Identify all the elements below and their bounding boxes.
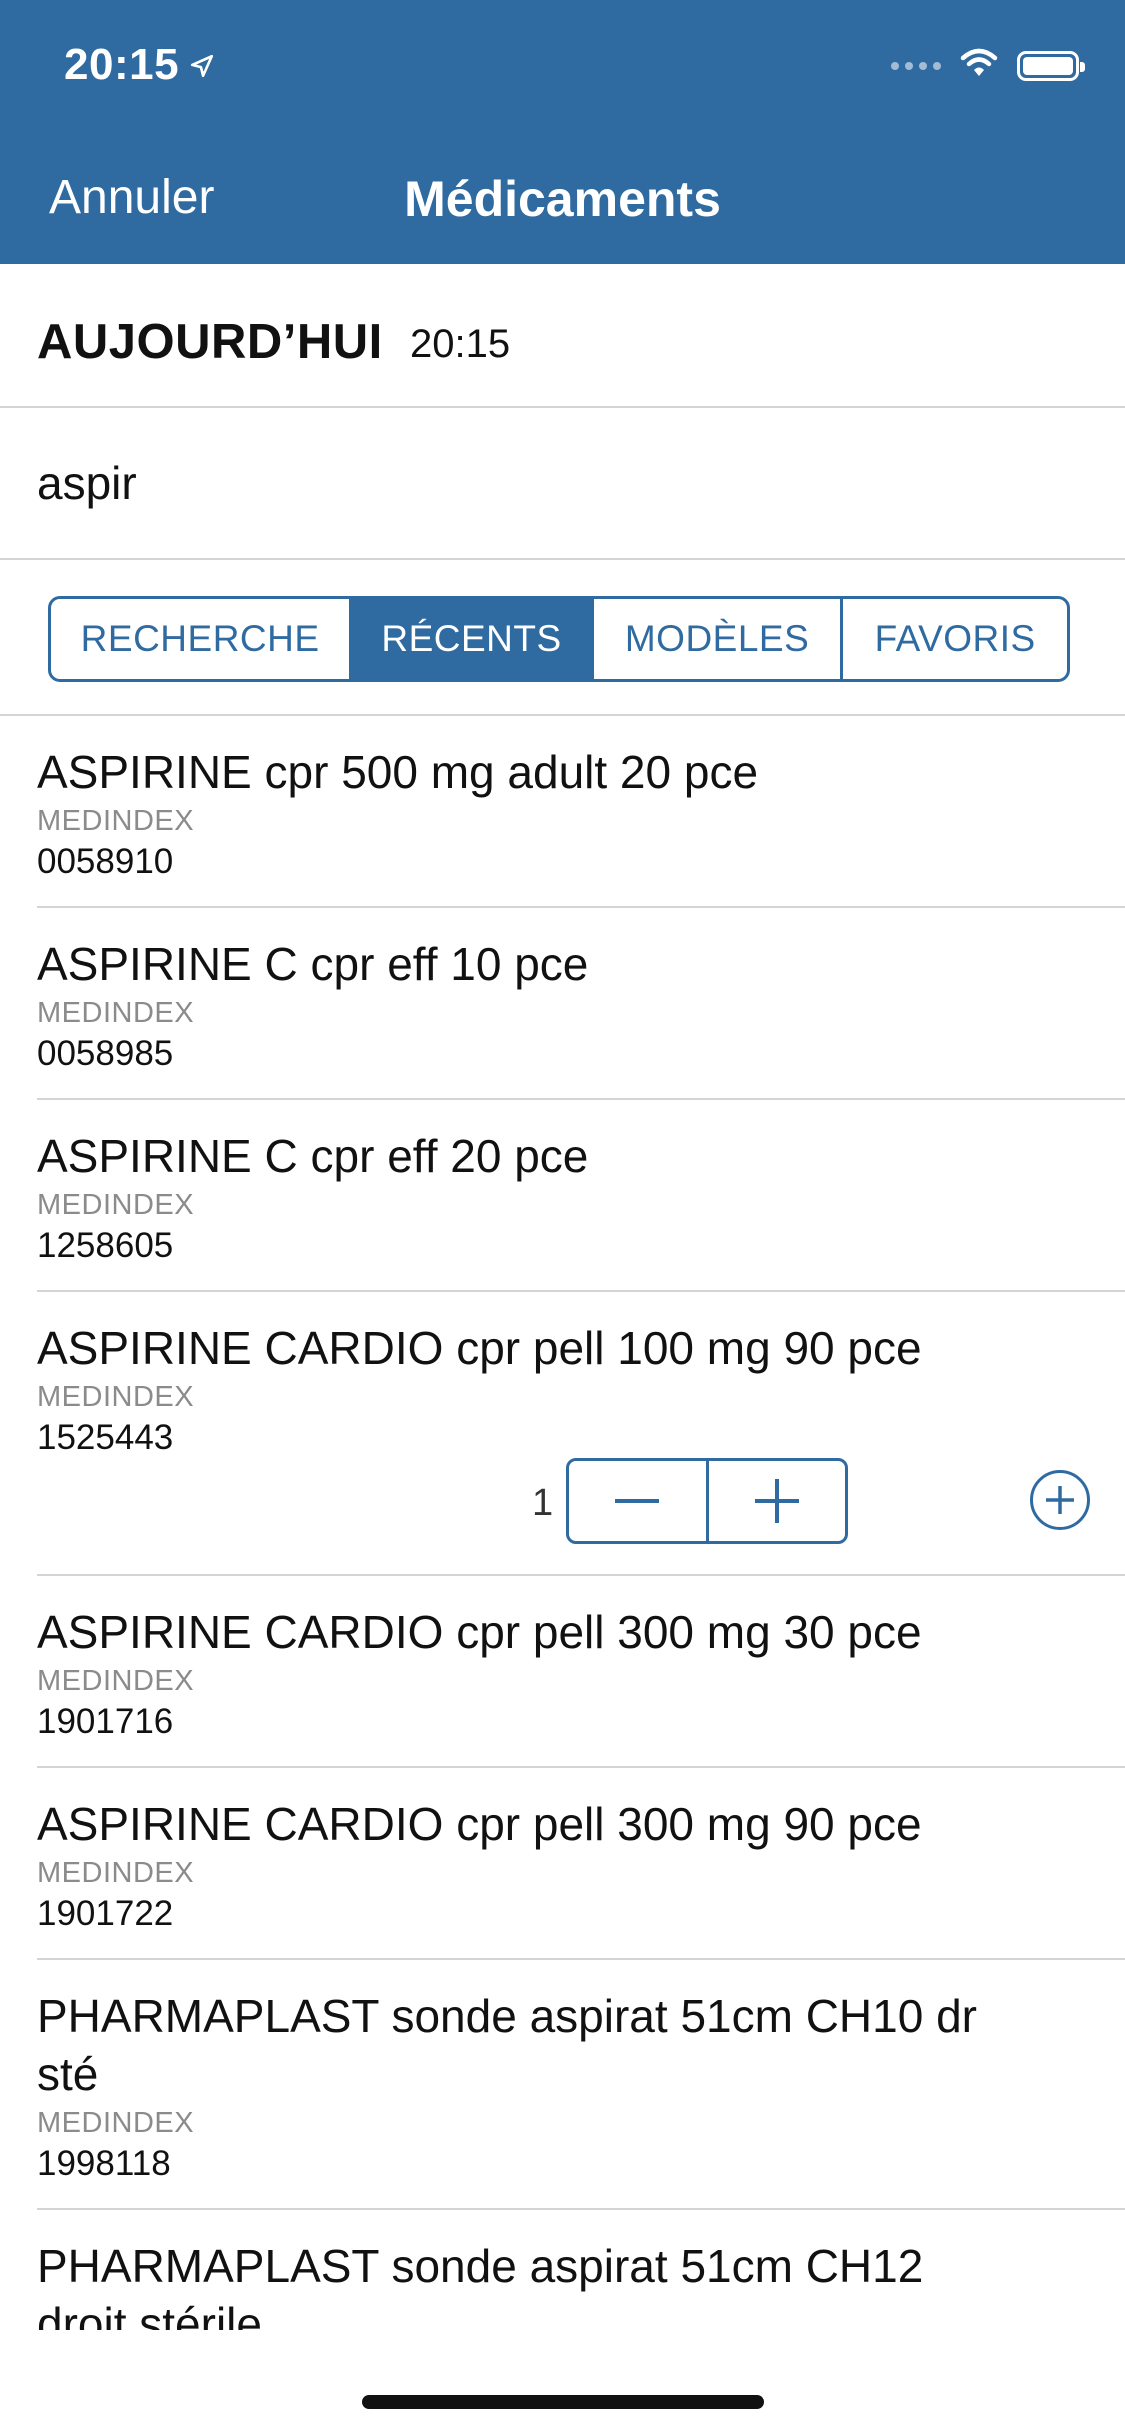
location-arrow-icon bbox=[189, 40, 215, 90]
add-circle-icon[interactable] bbox=[1030, 1470, 1090, 1530]
page-title: Médicaments bbox=[404, 171, 721, 227]
item-source: MEDINDEX bbox=[37, 2107, 195, 2139]
item-source: MEDINDEX bbox=[37, 997, 195, 1029]
bottom-safe-area bbox=[0, 2330, 1125, 2436]
quantity-value: 1 bbox=[532, 1482, 554, 1524]
decrement-button[interactable] bbox=[569, 1461, 709, 1541]
list-item[interactable]: ASPIRINE CARDIO cpr pell 300 mg 90 pce M… bbox=[37, 1768, 1125, 1960]
quantity-row: 1 bbox=[37, 1458, 1125, 1594]
minus-icon bbox=[615, 1499, 660, 1503]
list-item[interactable]: ASPIRINE C cpr eff 10 pce MEDINDEX 00589… bbox=[37, 908, 1125, 1100]
home-indicator[interactable] bbox=[362, 2395, 764, 2409]
item-name: ASPIRINE cpr 500 mg adult 20 pce bbox=[37, 746, 759, 798]
item-name: ASPIRINE C cpr eff 20 pce bbox=[37, 1130, 589, 1182]
search-input[interactable] bbox=[37, 448, 1077, 518]
date-label: AUJOURD’HUI bbox=[37, 315, 383, 369]
battery-icon bbox=[1017, 50, 1085, 81]
navigation-header: 20:15 Annuler Médicaments bbox=[0, 0, 1125, 264]
item-source: MEDINDEX bbox=[37, 1857, 195, 1889]
list-item[interactable]: PHARMAPLAST sonde aspirat 51cm CH10 dr s… bbox=[37, 1960, 1125, 2210]
item-source: MEDINDEX bbox=[37, 1665, 195, 1697]
list-item[interactable]: ASPIRINE CARDIO cpr pell 300 mg 30 pce M… bbox=[37, 1576, 1125, 1768]
wifi-icon bbox=[959, 48, 999, 83]
tab-recents[interactable]: RÉCENTS bbox=[352, 599, 594, 679]
item-source: MEDINDEX bbox=[37, 805, 195, 837]
item-name: ASPIRINE CARDIO cpr pell 100 mg 90 pce bbox=[37, 1322, 922, 1374]
item-code: 1258605 bbox=[37, 1226, 174, 1265]
list-item[interactable]: ASPIRINE cpr 500 mg adult 20 pce MEDINDE… bbox=[37, 716, 1125, 908]
tab-recherche[interactable]: RECHERCHE bbox=[51, 599, 353, 679]
status-indicators bbox=[891, 48, 1085, 83]
plus-icon bbox=[754, 1479, 799, 1523]
cellular-signal-icon bbox=[891, 61, 941, 70]
medication-list: ASPIRINE cpr 500 mg adult 20 pce MEDINDE… bbox=[0, 716, 1125, 2410]
list-item-selected[interactable]: ASPIRINE CARDIO cpr pell 100 mg 90 pce M… bbox=[37, 1292, 1125, 1576]
increment-button[interactable] bbox=[709, 1461, 846, 1541]
date-row[interactable]: AUJOURD’HUI 20:15 bbox=[0, 264, 1125, 408]
item-name: ASPIRINE CARDIO cpr pell 300 mg 30 pce bbox=[37, 1606, 922, 1658]
item-code: 1901716 bbox=[37, 1702, 174, 1741]
item-source: MEDINDEX bbox=[37, 1381, 195, 1413]
item-name: ASPIRINE C cpr eff 10 pce bbox=[37, 938, 589, 990]
item-code: 0058985 bbox=[37, 1034, 174, 1073]
item-source: MEDINDEX bbox=[37, 1189, 195, 1221]
status-bar-time: 20:15 bbox=[64, 40, 215, 90]
search-row bbox=[0, 408, 1125, 560]
quantity-stepper bbox=[566, 1458, 848, 1544]
tab-modeles[interactable]: MODÈLES bbox=[594, 599, 844, 679]
item-code: 1901722 bbox=[37, 1894, 174, 1933]
item-code: 1998118 bbox=[37, 2144, 171, 2183]
item-code: 1525443 bbox=[37, 1418, 174, 1457]
tab-favoris[interactable]: FAVORIS bbox=[843, 599, 1067, 679]
item-code: 0058910 bbox=[37, 842, 174, 881]
date-time: 20:15 bbox=[410, 322, 511, 366]
item-name: ASPIRINE CARDIO cpr pell 300 mg 90 pce bbox=[37, 1798, 922, 1850]
item-name: PHARMAPLAST sonde aspirat 51cm CH10 dr s… bbox=[37, 1990, 977, 2100]
status-time-label: 20:15 bbox=[64, 40, 180, 89]
segmented-control: RECHERCHE RÉCENTS MODÈLES FAVORIS bbox=[48, 596, 1070, 682]
list-item[interactable]: ASPIRINE C cpr eff 20 pce MEDINDEX 12586… bbox=[37, 1100, 1125, 1292]
